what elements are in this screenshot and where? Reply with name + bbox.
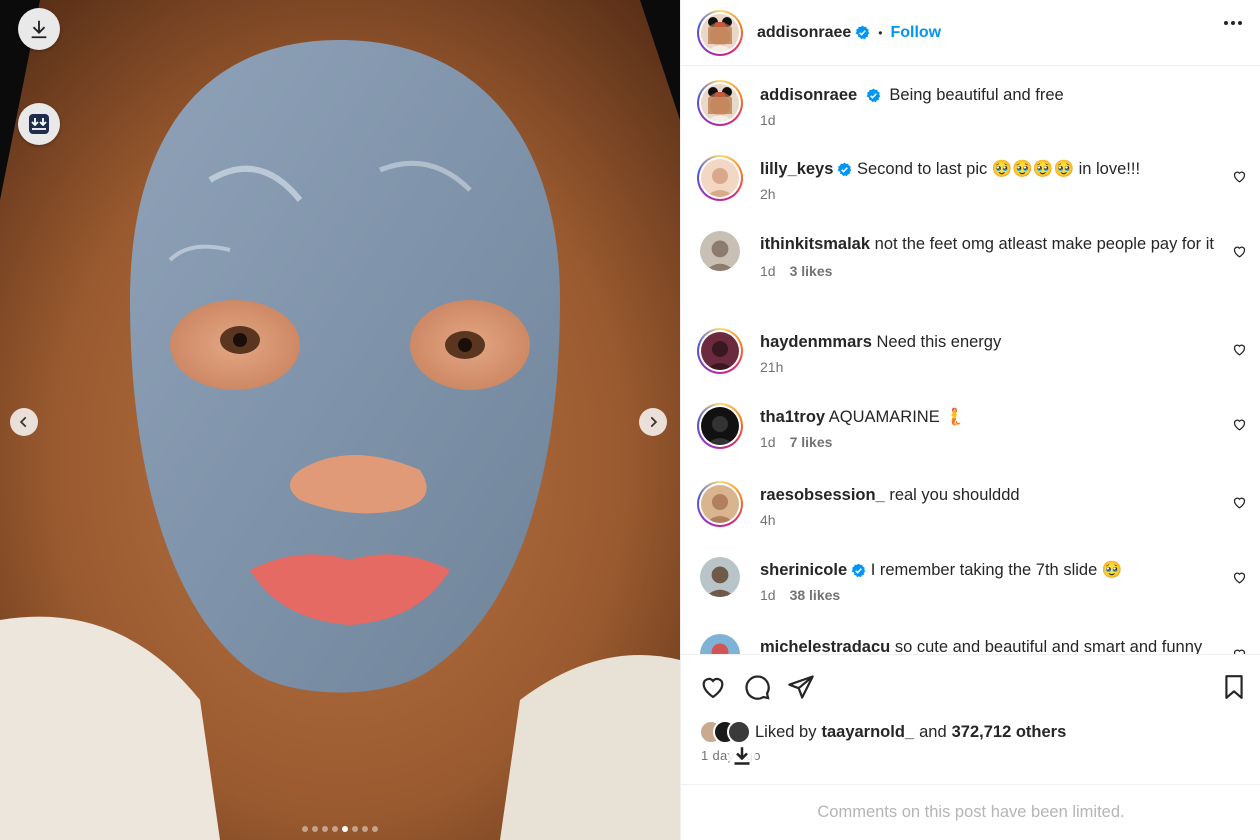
heart-icon[interactable] [699, 673, 727, 701]
comment-text: real you shoulddd [889, 486, 1020, 504]
comment-time: 2h [760, 186, 776, 202]
comment: raesobsession_ real you shoulddd 4h [697, 481, 1247, 528]
comment-username[interactable]: sherinicole [760, 561, 847, 579]
comment-time: 1d [760, 434, 776, 450]
verified-badge-icon [866, 88, 881, 103]
caption-time: 1d [760, 112, 776, 128]
post-panel: addisonraee • Follow addisonraee Being b… [680, 0, 1260, 840]
likes-user[interactable]: taayarnold_ [821, 723, 914, 742]
heart-icon[interactable] [1232, 342, 1247, 357]
comment-time: 1d [760, 263, 776, 279]
likes-prefix: Liked by [755, 722, 817, 741]
author-username[interactable]: addisonraee [757, 24, 851, 42]
prev-slide-button[interactable] [10, 408, 38, 436]
comment-text: so cute and beautiful and smart and funn… [894, 638, 1203, 654]
download-button[interactable] [18, 8, 60, 50]
heart-icon[interactable] [1232, 244, 1247, 259]
download-icon [31, 20, 47, 39]
caption: addisonraee Being beautiful and free 1d [697, 80, 1247, 128]
comment: ithinkitsmalak not the feet omg atleast … [697, 230, 1247, 279]
share-icon[interactable] [787, 673, 815, 701]
download-icon[interactable] [727, 741, 757, 771]
author-avatar[interactable] [697, 9, 743, 56]
slide-dot[interactable] [322, 826, 328, 832]
comment-username[interactable]: ithinkitsmalak [760, 235, 870, 253]
caption-avatar[interactable] [697, 80, 743, 126]
comment-time: 1d [760, 587, 776, 603]
comment-text: I remember taking the 7th slide 🥹 [870, 561, 1123, 579]
verified-badge-icon [837, 162, 852, 177]
bookmark-icon[interactable] [1221, 673, 1247, 701]
comment-time: 21h [760, 359, 784, 375]
comment-avatar[interactable] [697, 556, 743, 602]
more-icon[interactable] [1224, 21, 1242, 25]
comment-avatar[interactable] [697, 155, 743, 201]
comment: tha1troy AQUAMARINE 🧜 1d 7 likes [697, 403, 1247, 450]
post-media[interactable] [0, 0, 680, 840]
post-photo [0, 0, 680, 840]
comment-text: Need this energy [876, 333, 1002, 351]
slide-dot[interactable] [302, 826, 308, 832]
header-separator: • [878, 25, 883, 40]
heart-icon[interactable] [1232, 570, 1247, 585]
comment-username[interactable]: haydenmmars [760, 333, 872, 351]
heart-icon[interactable] [1232, 647, 1247, 654]
slide-dot[interactable] [312, 826, 318, 832]
slide-dot[interactable] [352, 826, 358, 832]
heart-icon[interactable] [1232, 495, 1247, 510]
slide-indicator [0, 826, 680, 832]
slide-dot[interactable] [342, 826, 348, 832]
comment-username[interactable]: tha1troy [760, 408, 825, 426]
caption-text: Being beautiful and free [889, 86, 1064, 104]
comment: michelestradacu so cute and beautiful an… [697, 633, 1247, 654]
post-viewer: addisonraee • Follow addisonraee Being b… [0, 0, 1260, 840]
save-media-button[interactable] [18, 103, 60, 145]
comment-likes[interactable]: 38 likes [790, 587, 841, 603]
comment-username[interactable]: raesobsession_ [760, 486, 885, 504]
comment-avatar[interactable] [697, 403, 743, 449]
post-actions: Liked by taayarnold_ and 372,712 others … [681, 654, 1260, 784]
slide-dot[interactable] [332, 826, 338, 832]
follow-button[interactable]: Follow [890, 24, 941, 42]
verified-badge-icon [851, 563, 866, 578]
comment: haydenmmars Need this energy 21h [697, 328, 1247, 375]
comments-list[interactable]: addisonraee Being beautiful and free 1d … [681, 66, 1260, 654]
comment-username[interactable]: michelestradacu [760, 638, 890, 654]
likes-count[interactable]: 372,712 others [952, 723, 1067, 742]
heart-icon[interactable] [1232, 417, 1247, 432]
comments-limited-notice: Comments on this post have been limited. [681, 784, 1260, 840]
heart-icon[interactable] [1232, 169, 1247, 184]
verified-badge-icon [855, 25, 870, 40]
save-media-icon [29, 114, 49, 134]
comment-username[interactable]: lilly_keys [760, 160, 833, 178]
comment-icon[interactable] [743, 673, 771, 701]
comment-text: Second to last pic 🥹🥹🥹🥹 in love!!! [857, 160, 1141, 178]
comment-likes[interactable]: 7 likes [790, 434, 833, 450]
comment: sherinicole I remember taking the 7th sl… [697, 556, 1247, 603]
comment: lilly_keys Second to last pic 🥹🥹🥹🥹 in lo… [697, 155, 1247, 202]
slide-dot[interactable] [372, 826, 378, 832]
comment-text: not the feet omg atleast make people pay… [874, 235, 1215, 253]
next-slide-button[interactable] [639, 408, 667, 436]
comment-likes[interactable]: 3 likes [790, 263, 833, 279]
comment-avatar[interactable] [697, 328, 743, 374]
comment-time: 4h [760, 512, 776, 528]
chevron-left-icon [19, 416, 27, 428]
caption-username[interactable]: addisonraee [760, 86, 857, 104]
post-header: addisonraee • Follow [681, 0, 1260, 66]
comment-avatar[interactable] [697, 633, 743, 654]
slide-dot[interactable] [362, 826, 368, 832]
comment-text: AQUAMARINE 🧜 [828, 408, 965, 426]
comment-avatar[interactable] [697, 481, 743, 527]
comment-avatar[interactable] [697, 230, 743, 276]
likes-and: and [919, 722, 947, 741]
chevron-right-icon [650, 416, 658, 428]
